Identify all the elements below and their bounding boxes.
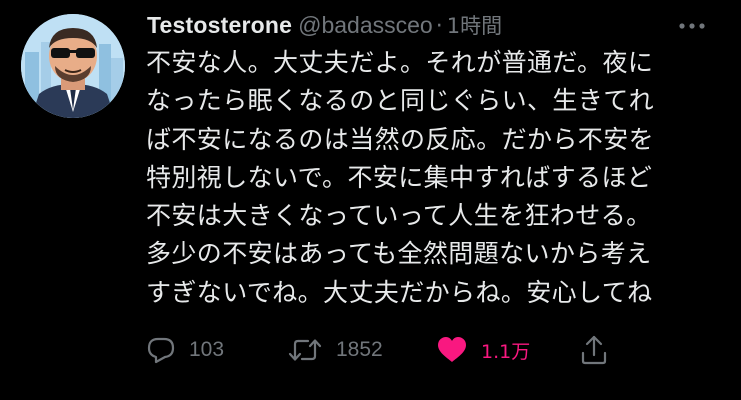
header-separator: · — [435, 14, 443, 39]
more-options-button[interactable] — [672, 14, 712, 38]
tweet[interactable]: Testosterone @badassceo · 1時間 不安な人。大丈夫だよ… — [0, 0, 741, 400]
author-display-name[interactable]: Testosterone — [147, 12, 292, 39]
share-button[interactable] — [579, 330, 609, 370]
tweet-text-line: なったら眠くなるのと同じぐらい、生きてれ — [146, 86, 655, 116]
tweet-text-line: ば不安になるのは当然の反応。だから不安を — [146, 124, 655, 154]
tweet-text: 不安な人。大丈夫だよ。それが普通だ。夜に なったら眠くなるのと同じぐらい、生きて… — [146, 44, 726, 312]
tweet-text-line: 特別視しないで。不安に集中すればするほど — [146, 162, 653, 192]
avatar[interactable] — [21, 14, 125, 118]
share-upload-icon — [581, 335, 607, 365]
like-button[interactable]: 1.1万 — [436, 330, 530, 370]
tweet-text-line: 不安な人。大丈夫だよ。それが普通だ。夜に — [146, 48, 654, 77]
reply-button[interactable]: 103 — [146, 330, 224, 370]
author-handle[interactable]: @badassceo — [298, 12, 433, 39]
tweet-header: Testosterone @badassceo · 1時間 — [147, 10, 502, 40]
retweet-count: 1852 — [336, 338, 383, 361]
tweet-timestamp[interactable]: 1時間 — [447, 10, 502, 40]
tweet-actions: 103 1852 1.1万 — [0, 330, 741, 370]
heart-filled-icon — [438, 337, 466, 362]
tweet-text-line: すぎないでね。大丈夫だからね。安心してね — [146, 277, 653, 307]
retweet-button[interactable]: 1852 — [287, 330, 383, 370]
like-count: 1.1万 — [481, 340, 531, 363]
tweet-text-line: 不安は大きくなっていって人生を狂わせる。 — [146, 201, 652, 231]
avatar-illustration — [21, 14, 125, 118]
reply-count: 103 — [189, 338, 225, 361]
more-horizontal-icon — [679, 23, 705, 29]
retweet-icon — [288, 339, 322, 361]
tweet-text-line: 多少の不安はあっても全然問題ないから考え — [146, 239, 652, 269]
reply-bubble-icon — [147, 337, 175, 364]
